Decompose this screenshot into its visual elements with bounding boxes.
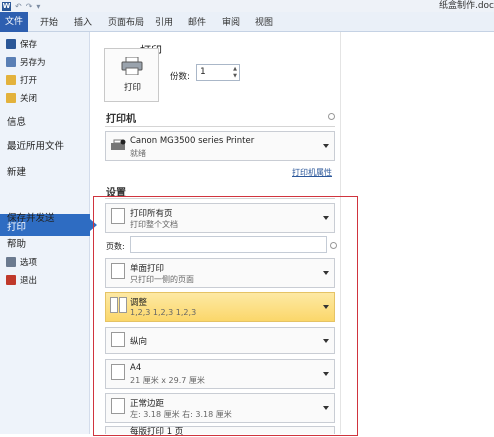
margins-dropdown[interactable]: 正常边距 左: 3.18 厘米 右: 3.18 厘米 [105, 393, 335, 423]
tab-insert[interactable]: 插入 [74, 15, 92, 32]
tab-view[interactable]: 视图 [255, 15, 273, 32]
printer-status: 就绪 [130, 149, 146, 158]
margins-sub: 左: 3.18 厘米 右: 3.18 厘米 [130, 410, 232, 419]
menu-open-label: 打开 [20, 76, 38, 86]
menu-close[interactable]: 关闭 [0, 92, 90, 104]
menu-exit-label: 退出 [20, 276, 38, 286]
settings-section-title: 设置 [106, 188, 126, 199]
close-folder-icon [6, 93, 16, 103]
pages-per-sheet-dropdown[interactable]: 每版打印 1 页 [105, 426, 335, 437]
quick-access-toolbar: W ↶ ↷ ▾ [0, 0, 40, 12]
tab-review[interactable]: 审阅 [222, 15, 240, 32]
print-button[interactable]: 打印 [104, 48, 159, 102]
spin-up-icon[interactable]: ▲ [233, 66, 237, 72]
page-icon [111, 263, 125, 279]
tab-page-layout[interactable]: 页面布局 [108, 15, 144, 32]
orientation-main: 纵向 [130, 337, 148, 347]
chevron-down-icon [323, 406, 329, 410]
menu-help[interactable]: 帮助 [0, 236, 90, 250]
tab-file[interactable]: 文件 [0, 12, 28, 32]
word-app-icon: W [2, 1, 11, 11]
collate-dropdown[interactable]: 调整 1,2,3 1,2,3 1,2,3 [105, 292, 335, 322]
chevron-down-icon [323, 338, 329, 343]
print-range-sub: 打印整个文档 [130, 220, 178, 229]
exit-icon [6, 275, 16, 285]
menu-save-send[interactable]: 保存并发送 [0, 210, 90, 224]
chevron-down-icon [323, 305, 329, 309]
pages-per-sheet-main: 每版打印 1 页 [130, 427, 184, 437]
save-icon [6, 39, 16, 49]
menu-options-label: 选项 [20, 258, 38, 268]
menu-save-as-label: 另存为 [20, 58, 46, 68]
menu-open[interactable]: 打开 [0, 74, 90, 86]
menu-save-label: 保存 [20, 40, 38, 50]
customize-qat-icon[interactable]: ▾ [36, 2, 40, 11]
sides-dropdown[interactable]: 单面打印 只打印一侧的页面 [105, 258, 335, 288]
copies-label: 份数: [170, 72, 190, 82]
chevron-down-icon [323, 271, 329, 275]
menu-new[interactable]: 新建 [0, 164, 90, 178]
orientation-dropdown[interactable]: 纵向 [105, 327, 335, 354]
collate-sub: 1,2,3 1,2,3 1,2,3 [130, 308, 197, 317]
print-range-main: 打印所有页 [130, 209, 173, 219]
print-range-dropdown[interactable]: 打印所有页 打印整个文档 [105, 203, 335, 233]
divider [105, 198, 335, 199]
page-icon [111, 398, 125, 414]
title-bar: W ↶ ↷ ▾ 纸盒制作.doc [0, 0, 494, 12]
pages-label: 页数: [106, 242, 125, 251]
menu-options[interactable]: 选项 [0, 256, 90, 268]
page-icon [111, 364, 125, 380]
page-icon [110, 297, 118, 313]
printer-dropdown[interactable]: Canon MG3500 series Printer 就绪 [105, 131, 335, 161]
divider [105, 126, 335, 127]
info-icon[interactable] [330, 242, 337, 249]
menu-exit[interactable]: 退出 [0, 274, 90, 286]
preview-pane [340, 32, 494, 434]
tab-references[interactable]: 引用 [155, 15, 173, 32]
paper-size-sub: 21 厘米 x 29.7 厘米 [130, 376, 205, 385]
copies-value: 1 [200, 67, 206, 77]
printer-properties-link[interactable]: 打印机属性 [292, 167, 332, 178]
ribbon-tabs: 文件 开始 插入 页面布局 引用 邮件 审阅 视图 [0, 12, 494, 32]
page-icon [111, 208, 125, 224]
pages-input[interactable] [130, 236, 327, 253]
tab-home[interactable]: 开始 [40, 15, 58, 32]
sides-main: 单面打印 [130, 264, 165, 274]
window-title: 纸盒制作.doc [438, 1, 494, 11]
menu-save[interactable]: 保存 [0, 38, 90, 50]
printer-name: Canon MG3500 series Printer [130, 136, 255, 146]
save-as-icon [6, 57, 16, 67]
sides-sub: 只打印一侧的页面 [130, 275, 194, 284]
page-icon [111, 332, 125, 347]
printer-device-icon [111, 139, 126, 150]
paper-size-dropdown[interactable]: A4 21 厘米 x 29.7 厘米 [105, 359, 335, 389]
printer-section-title: 打印机 [106, 114, 136, 125]
chevron-down-icon [323, 216, 329, 220]
info-icon[interactable] [328, 113, 335, 120]
chevron-down-icon [323, 144, 329, 148]
chevron-down-icon [323, 372, 329, 376]
menu-recent[interactable]: 最近所用文件 [0, 138, 90, 152]
menu-close-label: 关闭 [20, 94, 38, 104]
redo-icon[interactable]: ↷ [26, 2, 33, 11]
printer-icon [121, 57, 143, 75]
tab-mailings[interactable]: 邮件 [188, 15, 206, 32]
margins-main: 正常边距 [130, 399, 165, 409]
open-folder-icon [6, 75, 16, 85]
menu-info[interactable]: 信息 [0, 114, 90, 128]
undo-icon[interactable]: ↶ [15, 2, 22, 11]
spin-down-icon[interactable]: ▼ [233, 73, 237, 79]
print-button-label: 打印 [123, 83, 141, 93]
backstage-menu: 保存 另存为 打开 关闭 信息 最近所用文件 新建 打印 保存并发送 帮助 选项… [0, 32, 97, 434]
copies-input[interactable]: 1 ▲ ▼ [196, 64, 240, 81]
options-icon [6, 257, 16, 267]
page-icon [119, 297, 127, 313]
collate-main: 调整 [130, 298, 148, 308]
paper-size-main: A4 [130, 363, 142, 373]
menu-save-as[interactable]: 另存为 [0, 56, 90, 68]
